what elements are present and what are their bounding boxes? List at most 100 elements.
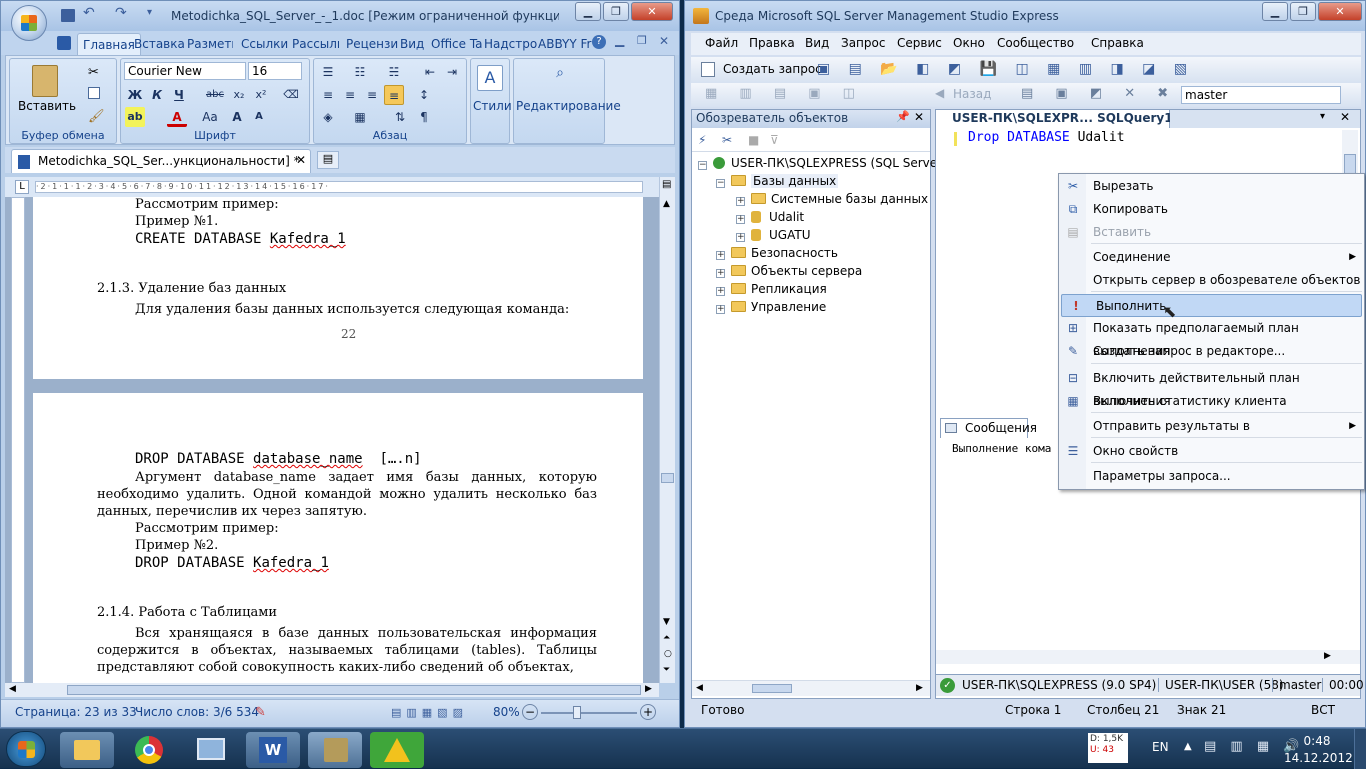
menu-file[interactable]: Файл <box>705 36 738 50</box>
tab-view[interactable]: Вид <box>400 35 424 53</box>
format-painter-icon[interactable]: 🖌 <box>88 109 105 124</box>
next-page-icon[interactable]: ⏷ <box>663 665 670 675</box>
connect-icon[interactable]: ⚡ <box>698 133 706 147</box>
shrink-font-icon[interactable]: A <box>249 107 269 127</box>
menu-item-item-10[interactable]: Отправить результаты в ▶ <box>1059 415 1364 438</box>
tree-db-ugatu[interactable]: + UGATU <box>736 226 810 244</box>
styles-icon[interactable]: A <box>477 65 503 91</box>
query-text[interactable]: Drop DATABASE Udalit <box>968 130 1125 145</box>
menu-item-query-designer[interactable]: ✎ Создать запрос в редакторе... <box>1059 340 1364 363</box>
zoom-out-icon[interactable]: − <box>522 704 538 720</box>
shading-icon[interactable]: ◈ <box>318 107 338 127</box>
align-left-icon[interactable]: ≡ <box>318 85 338 105</box>
clock-time[interactable]: 0:48 <box>1292 734 1342 748</box>
back-button[interactable]: Назад <box>953 87 991 101</box>
close-tab-icon[interactable]: ✕ <box>296 153 306 167</box>
taskbar-control-panel-icon[interactable] <box>184 732 238 768</box>
menu-window[interactable]: Окно <box>953 36 985 50</box>
menu-item-actual-plan[interactable]: ⊟ Включить действительный план выполнения <box>1059 367 1364 408</box>
messages-hscrollbar[interactable]: ▶ <box>936 650 1360 664</box>
menu-view[interactable]: Вид <box>805 36 829 50</box>
query-tab[interactable]: USER-ПК\SQLEXPR... SQLQuery12.sql* <box>936 110 1212 128</box>
ruler-bar[interactable]: ·2·1·1·1·2·3·4·5·6·7·8·9·10·11·12·13·14·… <box>35 181 643 193</box>
doc-minimize-icon[interactable]: ▁ <box>615 33 624 47</box>
taskbar-explorer-icon[interactable] <box>60 732 114 768</box>
tab-references[interactable]: Ссылки <box>241 35 288 53</box>
tab-selector-icon[interactable]: L <box>15 180 29 194</box>
browse-object-icon[interactable]: ○ <box>664 649 672 659</box>
ruler-toggle-icon[interactable]: ▤ <box>662 179 671 190</box>
tab-insert[interactable]: Вставка <box>134 35 185 53</box>
new-query-button[interactable]: Создать запрос <box>723 62 822 76</box>
editing-button-label[interactable]: Редактирование <box>516 99 621 113</box>
new-tab-icon[interactable]: ▤ <box>317 151 339 169</box>
standard-toolbar-icons[interactable]: ▣ ▤ 📂 ◧ ◩ 💾 ◫ ▦ ▥ ◨ ◪ ▧ <box>817 61 1194 77</box>
decrease-indent-icon[interactable]: ⇤ <box>420 62 440 82</box>
highlight-icon[interactable]: ab <box>125 107 145 127</box>
align-center-icon[interactable]: ≡ <box>340 85 360 105</box>
paste-icon[interactable] <box>32 65 58 97</box>
italic-icon[interactable]: К <box>147 85 167 105</box>
taskbar-word-icon[interactable]: W <box>246 732 300 768</box>
line-spacing-icon[interactable]: ↕ <box>414 85 434 105</box>
stop-icon[interactable]: ■ <box>748 133 759 147</box>
increase-indent-icon[interactable]: ⇥ <box>442 62 462 82</box>
zoom-slider[interactable] <box>541 712 637 714</box>
word-close-button[interactable]: ✕ <box>631 2 673 21</box>
word-vscrollbar[interactable]: ▤ ▲ ▼ ⏶ ○ ⏷ <box>659 177 675 683</box>
tree-db-udalit[interactable]: + Udalit <box>736 208 804 226</box>
word-minimize-button[interactable]: ▁ <box>575 2 601 21</box>
menu-help[interactable]: Справка <box>1091 36 1144 50</box>
menu-item-client-stats[interactable]: ▦ Включить статистику клиента <box>1059 390 1364 413</box>
tab-review[interactable]: Рецензи <box>346 35 398 53</box>
tree-server[interactable]: − USER-ПК\SQLEXPRESS (SQL Server 9 <box>698 154 954 172</box>
prev-page-icon[interactable]: ⏶ <box>663 633 670 643</box>
bullets-icon[interactable]: ☰ <box>318 62 338 82</box>
help-icon[interactable]: ? <box>592 35 606 49</box>
page-count[interactable]: Страница: 23 из 33 <box>15 702 137 722</box>
cut-icon[interactable]: ✂ <box>88 65 99 80</box>
tab-addins[interactable]: Надстро <box>484 35 537 53</box>
tree-management[interactable]: + Управление <box>716 298 826 316</box>
office-button[interactable] <box>11 5 47 41</box>
underline-icon[interactable]: Ч <box>169 85 189 105</box>
multilevel-icon[interactable]: ☵ <box>384 62 404 82</box>
font-name-combo[interactable]: Courier New <box>124 62 246 80</box>
explorer-scroll-thumb[interactable] <box>752 684 792 693</box>
tree-databases[interactable]: − Базы данных <box>716 172 839 190</box>
qat-customize-icon[interactable]: ▾ <box>147 7 152 18</box>
zoom-in-icon[interactable]: + <box>640 704 656 720</box>
numbering-icon[interactable]: ☷ <box>350 62 370 82</box>
undo-icon[interactable]: ↶ <box>83 5 95 21</box>
ssms-minimize-button[interactable]: ▁ <box>1262 2 1288 21</box>
menu-item-copy[interactable]: ⧉ Копировать <box>1059 198 1364 221</box>
redo-icon[interactable]: ↷ <box>115 5 127 21</box>
zoom-level[interactable]: 80% <box>493 702 520 722</box>
menu-item-plan[interactable]: ⊞ Показать предполагаемый план выполнения <box>1059 317 1364 358</box>
tab-office-tab[interactable]: Office Ta <box>431 35 483 53</box>
menu-item-properties[interactable]: ☰ Окно свойств <box>1059 440 1364 463</box>
tree-system-databases[interactable]: + Системные базы данных <box>736 190 928 208</box>
tree-replication[interactable]: + Репликация <box>716 280 827 298</box>
query-close-icon[interactable]: ✕ <box>1340 110 1350 124</box>
tab-layout[interactable]: Разметка <box>187 35 233 53</box>
tab-list-icon[interactable]: ▾ <box>1320 111 1325 122</box>
menu-item-item-4[interactable]: Открыть сервер в обозревателе объектов <box>1059 269 1364 292</box>
pilcrow-icon[interactable]: ¶ <box>414 107 434 127</box>
tab-home[interactable]: Главная <box>77 33 141 55</box>
word-count[interactable]: Число слов: 3/6 534 <box>135 702 259 722</box>
grow-font-icon[interactable]: A <box>227 107 247 127</box>
proofing-icon[interactable]: ✎ <box>255 705 266 720</box>
word-hscrollbar[interactable]: ◀ ▶ <box>5 683 659 697</box>
scroll-up-icon[interactable]: ▲ <box>663 199 670 209</box>
tree-server-objects[interactable]: + Объекты сервера <box>716 262 862 280</box>
disconnect-icon[interactable]: ✂ <box>722 133 732 147</box>
word-maximize-button[interactable]: ❐ <box>603 2 629 21</box>
pin-icon[interactable]: 📌 <box>896 110 910 123</box>
taskbar-ssms-icon[interactable] <box>308 732 362 768</box>
menu-tools[interactable]: Сервис <box>897 36 942 50</box>
menu-edit[interactable]: Правка <box>749 36 795 50</box>
explorer-scroll-left-icon[interactable]: ◀ <box>696 683 703 693</box>
doc-close-icon[interactable]: ✕ <box>659 34 669 48</box>
taskbar-chrome-icon[interactable] <box>122 732 176 768</box>
